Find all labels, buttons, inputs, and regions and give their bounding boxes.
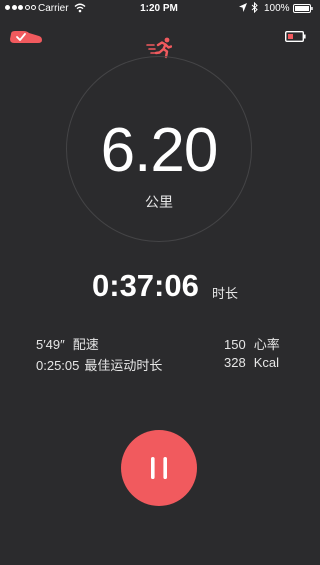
battery-percentage: 100% [264,3,290,14]
pause-icon [151,457,167,479]
best-duration-label: 最佳运动时长 [84,358,163,373]
pace-label: 配速 [72,337,99,352]
best-duration-stat: 0:25:05 最佳运动时长 [36,355,162,374]
status-bar: Carrier 1:20 PM 100% [0,0,318,18]
running-screen: Carrier 1:20 PM 100% 6.20 公里 0:37:06 时长 … [0,0,318,565]
heart-rate-stat: 150 心率 [224,334,280,353]
calories-stat: 328 Kcal [224,355,279,370]
pace-stat: 5′49″ 配速 [36,334,99,353]
low-battery-icon [285,31,306,42]
distance-value: 6.20 [100,116,219,185]
location-arrow-icon [239,3,247,12]
duration-unit: 时长 [212,286,239,301]
calories-label: Kcal [253,355,279,370]
pause-button[interactable] [121,430,197,506]
status-battery-icon [293,4,313,13]
calories-value: 328 [224,355,246,370]
heart-rate-label: 心率 [253,337,280,352]
pace-value: 5′49″ [36,337,65,352]
best-duration-value: 0:25:05 [36,358,80,373]
distance-unit: 公里 [145,194,173,210]
duration-value: 0:37:06 [92,268,199,303]
bluetooth-icon [251,2,258,13]
shoe-icon[interactable] [9,30,43,44]
duration-row: 0:37:06 时长 [0,266,318,306]
heart-rate-value: 150 [224,337,246,352]
